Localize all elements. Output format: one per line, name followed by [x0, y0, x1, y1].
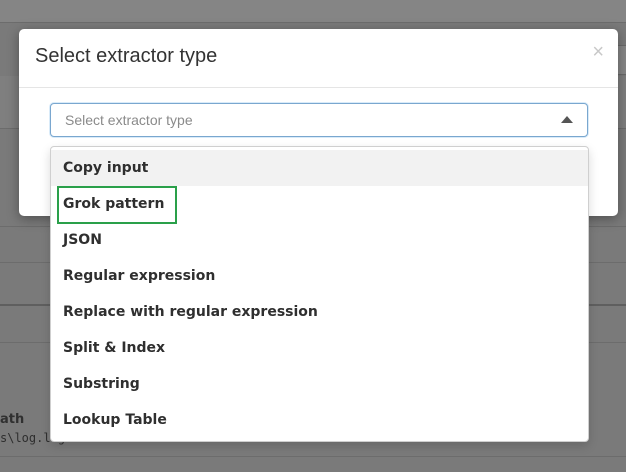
background-field-label: ath	[0, 412, 25, 427]
option-json[interactable]: JSON	[51, 222, 588, 258]
option-regular-expression[interactable]: Regular expression	[51, 258, 588, 294]
select-placeholder: Select extractor type	[65, 112, 193, 128]
option-split-and-index[interactable]: Split & Index	[51, 330, 588, 366]
option-replace-with-regex[interactable]: Replace with regular expression	[51, 294, 588, 330]
extractor-type-select[interactable]: Select extractor type	[50, 103, 588, 137]
extractor-type-dropdown: Copy input Grok pattern JSON Regular exp…	[50, 146, 589, 442]
close-icon[interactable]: ×	[592, 41, 604, 64]
caret-up-icon[interactable]	[561, 116, 573, 123]
option-substring[interactable]: Substring	[51, 366, 588, 402]
option-lookup-table[interactable]: Lookup Table	[51, 402, 588, 438]
option-grok-pattern[interactable]: Grok pattern	[51, 186, 588, 222]
option-copy-input[interactable]: Copy input	[51, 150, 588, 186]
modal-title: Select extractor type	[35, 45, 218, 67]
background-header	[0, 0, 626, 22]
modal-divider	[19, 87, 618, 88]
